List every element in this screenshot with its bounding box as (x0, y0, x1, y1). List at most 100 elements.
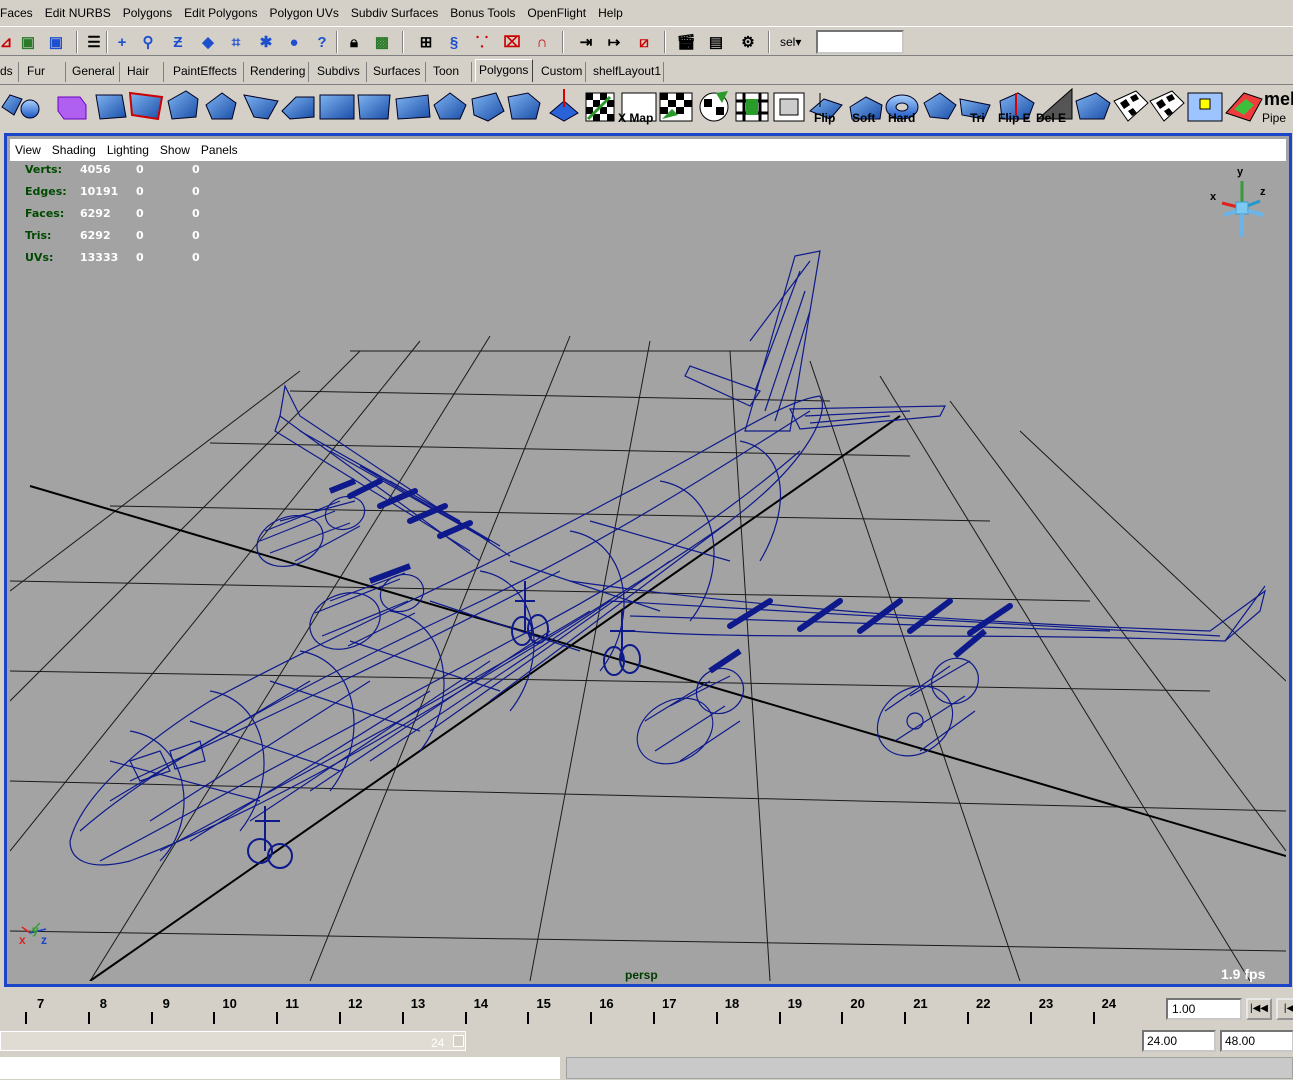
poly-reduce-icon[interactable] (471, 92, 505, 122)
tab-custom[interactable]: Custom (538, 62, 586, 82)
poly-append-icon[interactable] (1075, 92, 1111, 120)
flip-e-label[interactable]: Flip E (998, 89, 1034, 125)
menu-polygons[interactable]: Polygons (117, 6, 178, 20)
tab-general[interactable]: General (69, 62, 120, 82)
mel-pipe-icon[interactable]: mel Pipe (1262, 89, 1293, 125)
selection-mode-dropdown[interactable]: sel▾ (780, 35, 801, 49)
select-rendering-icon[interactable]: ● (282, 30, 306, 54)
select-surfaces-icon[interactable]: ◆ (196, 30, 220, 54)
panel-menu-panels[interactable]: Panels (196, 143, 244, 157)
select-misc-icon[interactable]: ? (310, 30, 334, 54)
poly-extrude-edge-icon[interactable] (205, 92, 237, 120)
tab-surfaces[interactable]: Surfaces (370, 62, 426, 82)
select-hierarchy-icon[interactable]: ▣ (16, 30, 40, 54)
select-points-icon[interactable]: + (110, 30, 134, 54)
panel-menu-view[interactable]: View (10, 143, 47, 157)
panel-menu-shading[interactable]: Shading (47, 143, 102, 157)
select-dynamics-icon[interactable]: ✱ (254, 30, 278, 54)
tab-polygons[interactable]: Polygons (475, 59, 533, 82)
poly-icon-1[interactable] (1, 94, 40, 119)
current-time-field[interactable]: 1.00 (1166, 998, 1242, 1020)
snap-point-icon[interactable]: ⸪ (470, 30, 494, 54)
snap-grid-icon[interactable]: ⊞ (414, 30, 438, 54)
poly-chamfer-icon[interactable] (281, 96, 315, 120)
tab-rendering[interactable]: Rendering (247, 62, 309, 82)
menu-edit-nurbs[interactable]: Edit NURBS (39, 6, 117, 20)
color-set-icon[interactable] (1225, 92, 1263, 122)
poly-merge-icon[interactable] (319, 94, 355, 120)
poly-wedge-icon[interactable] (395, 94, 431, 120)
scene-canvas[interactable] (10, 161, 1286, 981)
select-curves-icon[interactable]: Ƶ (166, 30, 190, 54)
command-input[interactable] (0, 1057, 560, 1079)
component-mask-icon[interactable]: ☰ (82, 30, 106, 54)
ipr-render-icon[interactable]: ▤ (704, 30, 728, 54)
highlight-selection-icon[interactable]: ▩ (370, 30, 394, 54)
hard-label[interactable]: Hard (888, 89, 922, 125)
tab-subdivs[interactable]: Subdivs (314, 62, 367, 82)
tab-fur[interactable]: Fur (24, 62, 66, 82)
menu-edit-polygons[interactable]: Edit Polygons (178, 6, 263, 20)
select-deformers-icon[interactable]: ⌗ (224, 30, 248, 54)
time-slider[interactable]: 7 8 9 10 11 12 13 14 15 16 17 18 19 20 21 22 23 24 1.00 |… (0, 990, 1293, 1028)
tab-ds[interactable]: ds (0, 62, 19, 82)
poly-bevel-icon[interactable] (243, 94, 279, 120)
range-slider[interactable]: 24 24.00 48.00 (0, 1028, 1293, 1054)
poly-separate-icon[interactable] (549, 89, 579, 122)
tab-shelflayout1[interactable]: shelfLayout1 (590, 62, 664, 82)
panel-menu-show[interactable]: Show (155, 143, 196, 157)
render-current-frame-icon[interactable]: 🎬︎ (674, 30, 698, 54)
poly-smooth-icon[interactable] (433, 92, 467, 120)
perspective-viewport[interactable]: View Shading Lighting Show Panels y x z … (4, 133, 1292, 987)
menu-faces[interactable]: Faces (0, 6, 39, 20)
poly-cube-icon[interactable] (57, 96, 87, 120)
poly-combine-icon[interactable] (507, 92, 541, 120)
checker-uv-icon[interactable] (1113, 90, 1149, 122)
make-live-icon[interactable]: ∩ (530, 30, 554, 54)
menu-polygon-uvs[interactable]: Polygon UVs (263, 6, 344, 20)
poly-split-icon[interactable] (128, 91, 164, 121)
poly-wedge-2-icon[interactable] (923, 92, 957, 120)
del-e-label[interactable]: Del E (1036, 89, 1072, 125)
menu-subdiv-surfaces[interactable]: Subdiv Surfaces (345, 6, 444, 20)
construction-history-icon[interactable]: ⧄ (632, 30, 656, 54)
uv-planar-map-icon[interactable] (585, 92, 615, 122)
tab-hair[interactable]: Hair (124, 62, 164, 82)
tab-painteffects[interactable]: PaintEffects (170, 62, 244, 82)
poly-extrude-face-icon[interactable] (167, 90, 199, 120)
select-params-icon[interactable]: ⚲ (136, 30, 160, 54)
poly-plane-icon[interactable] (95, 94, 127, 120)
range-handle[interactable] (453, 1035, 464, 1047)
view-axis-gizmo[interactable] (1221, 181, 1265, 237)
menu-help[interactable]: Help (592, 6, 629, 20)
uv-spherical-map-icon[interactable] (659, 92, 693, 122)
tri-label[interactable]: Tri (970, 89, 992, 125)
uv-automatic-map-icon[interactable] (699, 91, 729, 122)
airplane-wireframe[interactable] (69, 250, 1266, 869)
quick-selection-field[interactable] (816, 30, 904, 54)
tab-toon[interactable]: Toon (430, 62, 472, 82)
lock-selection-icon[interactable]: 🔒︎ (342, 30, 366, 54)
step-back-button[interactable]: |◀ (1276, 998, 1293, 1020)
xmap-label[interactable]: X Map (618, 89, 660, 125)
input-ops-icon[interactable]: ⇥ (574, 30, 598, 54)
render-globals-icon[interactable]: ⚙ (736, 30, 760, 54)
uv-unitize-icon[interactable] (773, 92, 805, 122)
go-to-start-button[interactable]: |◀◀ (1246, 998, 1272, 1020)
uv-texture-editor-icon[interactable] (1187, 92, 1223, 122)
poly-collapse-icon[interactable] (357, 94, 391, 120)
output-ops-icon[interactable]: ↦ (602, 30, 626, 54)
playback-end-field[interactable]: 24.00 (1142, 1030, 1216, 1052)
snap-curve-icon[interactable]: § (442, 30, 466, 54)
soft-label[interactable]: Soft (852, 89, 886, 125)
panel-menu-lighting[interactable]: Lighting (102, 143, 155, 157)
menu-bonus-tools[interactable]: Bonus Tools (444, 6, 521, 20)
select-object-icon[interactable]: ▣ (44, 30, 68, 54)
animation-end-field[interactable]: 48.00 (1220, 1030, 1293, 1052)
checker-uv-2-icon[interactable] (1149, 90, 1185, 122)
range-slider-bar[interactable]: 24 (0, 1031, 466, 1051)
uv-layout-icon[interactable] (735, 92, 769, 122)
menu-openflight[interactable]: OpenFlight (521, 6, 592, 20)
flip-label[interactable]: Flip (814, 89, 848, 125)
snap-view-plane-icon[interactable]: ⌧ (500, 30, 524, 54)
